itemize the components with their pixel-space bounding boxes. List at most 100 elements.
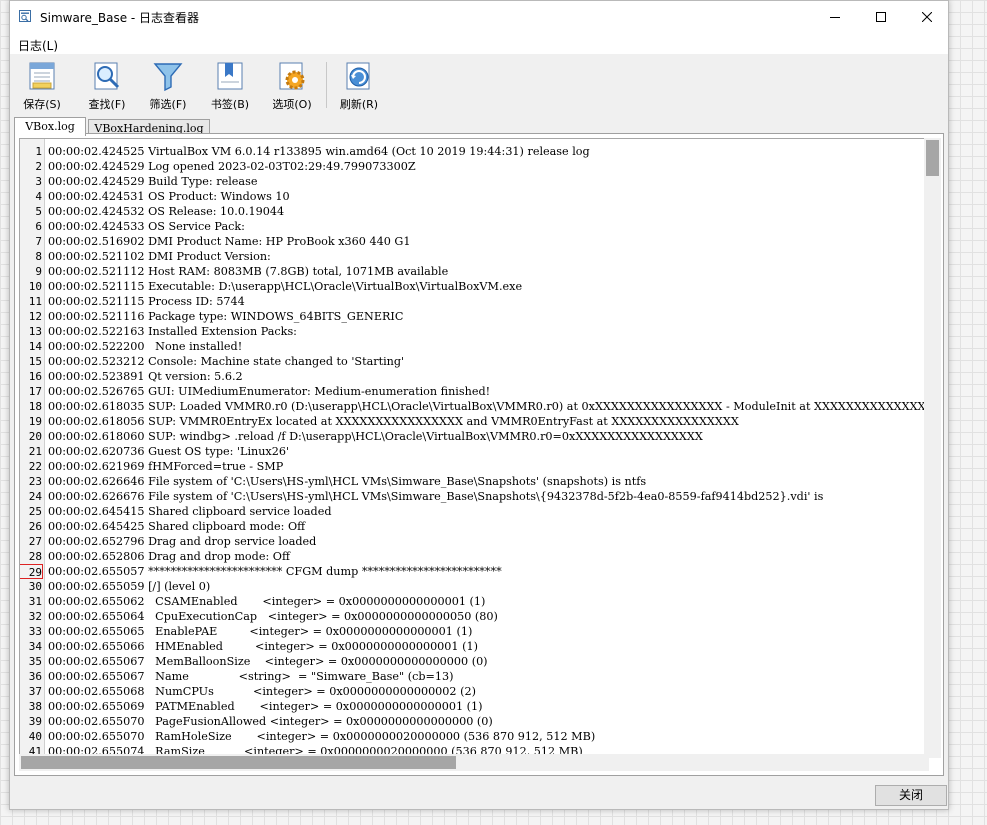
line-number: 36 [28, 670, 42, 683]
find-button[interactable]: 查找(F) [80, 59, 134, 112]
log-line: 5 00:00:02.424532 OS Release: 10.0.19044 [20, 204, 930, 219]
log-line: 39 00:00:02.655070 PageFusionAllowed <int… [20, 714, 930, 729]
log-line: 27 00:00:02.652796 Drag and drop service … [20, 534, 930, 549]
title-bar[interactable]: Simware_Base - 日志查看器 [10, 1, 948, 32]
log-line: 12 00:00:02.521116 Package type: WINDOWS_… [20, 309, 930, 324]
line-number: 16 [28, 370, 42, 383]
line-number: 32 [28, 610, 42, 623]
close-icon [922, 11, 932, 22]
log-line-text: 00:00:02.655070 PageFusionAllowed <integ… [48, 715, 493, 728]
filter-icon [153, 63, 183, 92]
log-line: 38 00:00:02.655069 PATMEnabled <integer> … [20, 699, 930, 714]
vertical-scrollbar[interactable] [924, 138, 941, 758]
log-line-text: 00:00:02.424529 Log opened 2023-02-03T02… [48, 160, 416, 173]
minimize-button[interactable] [812, 1, 858, 32]
line-number: 20 [28, 430, 42, 443]
line-number: 9 [35, 265, 42, 278]
log-line: 14 00:00:02.522200 None installed! [20, 339, 930, 354]
log-line: 26 00:00:02.645425 Shared clipboard mode:… [20, 519, 930, 534]
minimize-icon [830, 16, 840, 18]
log-line: 40 00:00:02.655070 RamHoleSize <integer> … [20, 729, 930, 744]
refresh-icon [346, 62, 370, 90]
log-line-text: 00:00:02.655066 HMEnabled <integer> = 0x… [48, 640, 478, 653]
line-number: 35 [28, 655, 42, 668]
log-line: 1 00:00:02.424525 VirtualBox VM 6.0.14 r1… [20, 144, 930, 159]
log-line-text: 00:00:02.424525 VirtualBox VM 6.0.14 r13… [48, 145, 590, 158]
log-line: 2 00:00:02.424529 Log opened 2023-02-03T0… [20, 159, 930, 174]
log-line-text: 00:00:02.521115 Process ID: 5744 [48, 295, 245, 308]
refresh-button[interactable]: 刷新(R) [332, 59, 386, 112]
log-line: 25 00:00:02.645415 Shared clipboard servi… [20, 504, 930, 519]
log-line-text: 00:00:02.521116 Package type: WINDOWS_64… [48, 310, 404, 323]
log-line-text: 00:00:02.526765 GUI: UIMediumEnumerator:… [48, 385, 491, 398]
log-line: 15 00:00:02.523212 Console: Machine state… [20, 354, 930, 369]
log-line-text: 00:00:02.424532 OS Release: 10.0.19044 [48, 205, 285, 218]
line-number: 21 [28, 445, 42, 458]
options-button[interactable]: 选项(O) [265, 59, 319, 112]
line-number: 39 [28, 715, 42, 728]
log-line-text: 00:00:02.655069 PATMEnabled <integer> = … [48, 700, 483, 713]
log-line-text: 00:00:02.523212 Console: Machine state c… [48, 355, 405, 368]
log-line-text: 00:00:02.522163 Installed Extension Pack… [48, 325, 297, 338]
save-button[interactable]: 保存(S) [15, 59, 69, 112]
menu-log[interactable]: 日志(L) [18, 37, 58, 54]
vertical-scroll-thumb[interactable] [926, 140, 939, 176]
log-line-text: 00:00:02.424529 Build Type: release [48, 175, 258, 188]
log-line-text: 00:00:02.521112 Host RAM: 8083MB (7.8GB)… [48, 265, 449, 278]
log-line-text: 00:00:02.620736 Guest OS type: 'Linux26' [48, 445, 290, 458]
log-line-text: 00:00:02.521115 Executable: D:\userapp\H… [48, 280, 523, 293]
close-button[interactable]: 关闭 [875, 785, 947, 806]
log-line-text: 00:00:02.522200 None installed! [48, 340, 243, 353]
line-number: 6 [35, 220, 42, 233]
line-number: 28 [28, 550, 42, 563]
line-number: 3 [35, 175, 42, 188]
tab-vbox-log[interactable]: VBox.log [14, 117, 86, 136]
line-number: 5 [35, 205, 42, 218]
line-number: 27 [28, 535, 42, 548]
log-line: 8 00:00:02.521102 DMI Product Version: [20, 249, 930, 264]
horizontal-scroll-thumb[interactable] [21, 756, 456, 769]
line-number: 15 [28, 355, 42, 368]
close-window-button[interactable] [904, 1, 950, 32]
line-number: 40 [28, 730, 42, 743]
line-number: 33 [28, 625, 42, 638]
log-line-text: 00:00:02.655059 [/] (level 0) [48, 580, 211, 593]
log-line: 16 00:00:02.523891 Qt version: 5.6.2 [20, 369, 930, 384]
save-icon [29, 62, 55, 90]
line-number: 17 [28, 385, 42, 398]
log-line-text: 00:00:02.516902 DMI Product Name: HP Pro… [48, 235, 411, 248]
bookmark-button[interactable]: 书签(B) [203, 59, 257, 112]
log-line-text: 00:00:02.626676 File system of 'C:\Users… [48, 490, 824, 503]
line-number: 24 [28, 490, 42, 503]
line-number: 13 [28, 325, 42, 338]
line-number: 34 [28, 640, 42, 653]
log-line-text: 00:00:02.655062 CSAMEnabled <integer> = … [48, 595, 486, 608]
toolbar: 保存(S) 查找(F) 筛选(F) 书签(B) 选项(O) 刷新(R) [10, 54, 948, 116]
line-number: 38 [28, 700, 42, 713]
maximize-button[interactable] [858, 1, 904, 32]
options-icon [279, 62, 305, 90]
log-line: 17 00:00:02.526765 GUI: UIMediumEnumerato… [20, 384, 930, 399]
line-number: 37 [28, 685, 42, 698]
log-text-area[interactable]: 1 00:00:02.424525 VirtualBox VM 6.0.14 r1… [19, 138, 931, 758]
line-number: 7 [35, 235, 42, 248]
bookmark-icon [217, 62, 243, 90]
line-number: 22 [28, 460, 42, 473]
line-number: 19 [28, 415, 42, 428]
log-line-text: 00:00:02.655057 ************************… [48, 565, 502, 578]
log-line: 9 00:00:02.521112 Host RAM: 8083MB (7.8GB… [20, 264, 930, 279]
log-viewer-window: Simware_Base - 日志查看器 日志(L) 保存(S) 查找(F) 筛… [9, 0, 949, 810]
find-icon [94, 62, 120, 90]
log-line-text: 00:00:02.655067 Name <string> = "Simware… [48, 670, 454, 683]
filter-button[interactable]: 筛选(F) [141, 59, 195, 112]
horizontal-scrollbar[interactable] [19, 754, 929, 771]
log-line: 20 00:00:02.618060 SUP: windbg> .reload /… [20, 429, 930, 444]
log-line-text: 00:00:02.618056 SUP: VMMR0EntryEx locate… [48, 415, 739, 428]
log-line: 37 00:00:02.655068 NumCPUs <integer> = 0x… [20, 684, 930, 699]
line-number: 25 [28, 505, 42, 518]
line-number: 18 [28, 400, 42, 413]
log-line: 6 00:00:02.424533 OS Service Pack: [20, 219, 930, 234]
window-title: Simware_Base - 日志查看器 [40, 11, 200, 25]
log-line-text: 00:00:02.645425 Shared clipboard mode: O… [48, 520, 306, 533]
log-line: 35 00:00:02.655067 MemBalloonSize <intege… [20, 654, 930, 669]
